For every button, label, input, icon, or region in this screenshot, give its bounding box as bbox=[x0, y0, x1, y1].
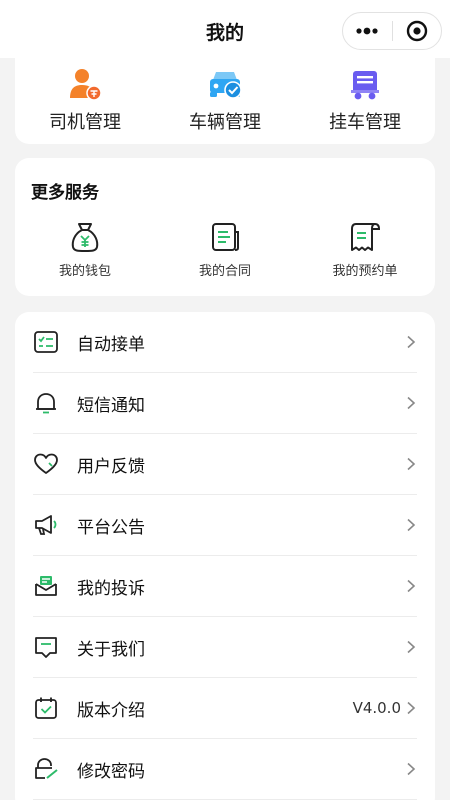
about-icon bbox=[33, 634, 59, 660]
menu-label: 版本介绍 bbox=[77, 700, 145, 721]
menu-item-sms-notification[interactable]: 短信通知 bbox=[33, 373, 417, 434]
bell-icon bbox=[33, 390, 59, 416]
my-wallet-label: 我的钱包 bbox=[58, 264, 111, 279]
heart-icon bbox=[33, 451, 59, 477]
chevron-right-icon bbox=[407, 701, 416, 715]
menu-label: 我的投诉 bbox=[77, 578, 145, 599]
close-miniprogram-button[interactable] bbox=[392, 13, 441, 49]
chevron-right-icon bbox=[407, 396, 416, 410]
vehicle-icon bbox=[207, 66, 243, 102]
menu-label: 平台公告 bbox=[77, 517, 145, 538]
my-contract-label: 我的合同 bbox=[198, 264, 251, 279]
chevron-right-icon bbox=[407, 762, 416, 776]
menu-item-platform-announcement[interactable]: 平台公告 bbox=[33, 495, 417, 556]
menu-item-change-password[interactable]: 修改密码 bbox=[33, 739, 417, 800]
more-dots-icon bbox=[356, 27, 378, 35]
menu-item-my-complaints[interactable]: 我的投诉 bbox=[33, 556, 417, 617]
trailer-management-label: 挂车管理 bbox=[329, 112, 401, 133]
chevron-right-icon bbox=[407, 640, 416, 654]
reservation-icon bbox=[348, 220, 382, 254]
miniprogram-capsule bbox=[342, 12, 442, 50]
my-wallet-entry[interactable]: 我的钱包 bbox=[15, 220, 155, 279]
menu-item-version-info[interactable]: 版本介绍 V4.0.0 bbox=[33, 678, 417, 739]
chevron-right-icon bbox=[407, 457, 416, 471]
trailer-management-entry[interactable]: 挂车管理 bbox=[295, 50, 435, 144]
chevron-right-icon bbox=[407, 579, 416, 593]
driver-icon bbox=[67, 66, 103, 102]
chevron-right-icon bbox=[407, 335, 416, 349]
my-reservation-label: 我的预约单 bbox=[332, 264, 398, 279]
vehicle-management-entry[interactable]: 车辆管理 bbox=[155, 50, 295, 144]
calendar-check-icon bbox=[33, 695, 59, 721]
menu-label: 自动接单 bbox=[77, 334, 145, 355]
wallet-icon bbox=[68, 220, 102, 254]
menu-label: 修改密码 bbox=[77, 761, 145, 782]
menu-label: 关于我们 bbox=[77, 639, 145, 660]
menu-label: 用户反馈 bbox=[77, 456, 145, 477]
edit-password-icon bbox=[33, 756, 59, 782]
menu-item-user-feedback[interactable]: 用户反馈 bbox=[33, 434, 417, 495]
menu-label: 短信通知 bbox=[77, 395, 145, 416]
contract-icon bbox=[208, 220, 242, 254]
trailer-icon bbox=[347, 66, 383, 102]
more-services-title: 更多服务 bbox=[31, 183, 99, 203]
auto-order-icon bbox=[33, 329, 59, 355]
more-services-card: 更多服务 我的钱包 我的合同 我的预约单 bbox=[15, 158, 435, 296]
driver-management-label: 司机管理 bbox=[49, 112, 121, 133]
complaint-icon bbox=[33, 573, 59, 599]
menu-item-about-us[interactable]: 关于我们 bbox=[33, 617, 417, 678]
my-reservation-entry[interactable]: 我的预约单 bbox=[295, 220, 435, 279]
chevron-right-icon bbox=[407, 518, 416, 532]
management-card: 司机管理 车辆管理 挂车管理 bbox=[15, 50, 435, 144]
target-close-icon bbox=[406, 20, 427, 42]
vehicle-management-label: 车辆管理 bbox=[189, 112, 261, 133]
driver-management-entry[interactable]: 司机管理 bbox=[15, 50, 155, 144]
more-options-button[interactable] bbox=[343, 13, 392, 49]
settings-menu-card: 自动接单 短信通知 用户反馈 平台公告 我的投诉 关于我们 版本介绍 V4.0.… bbox=[15, 312, 435, 800]
my-contract-entry[interactable]: 我的合同 bbox=[155, 220, 295, 279]
menu-item-auto-order[interactable]: 自动接单 bbox=[33, 312, 417, 373]
megaphone-icon bbox=[33, 512, 59, 538]
version-value: V4.0.0 bbox=[352, 699, 401, 717]
